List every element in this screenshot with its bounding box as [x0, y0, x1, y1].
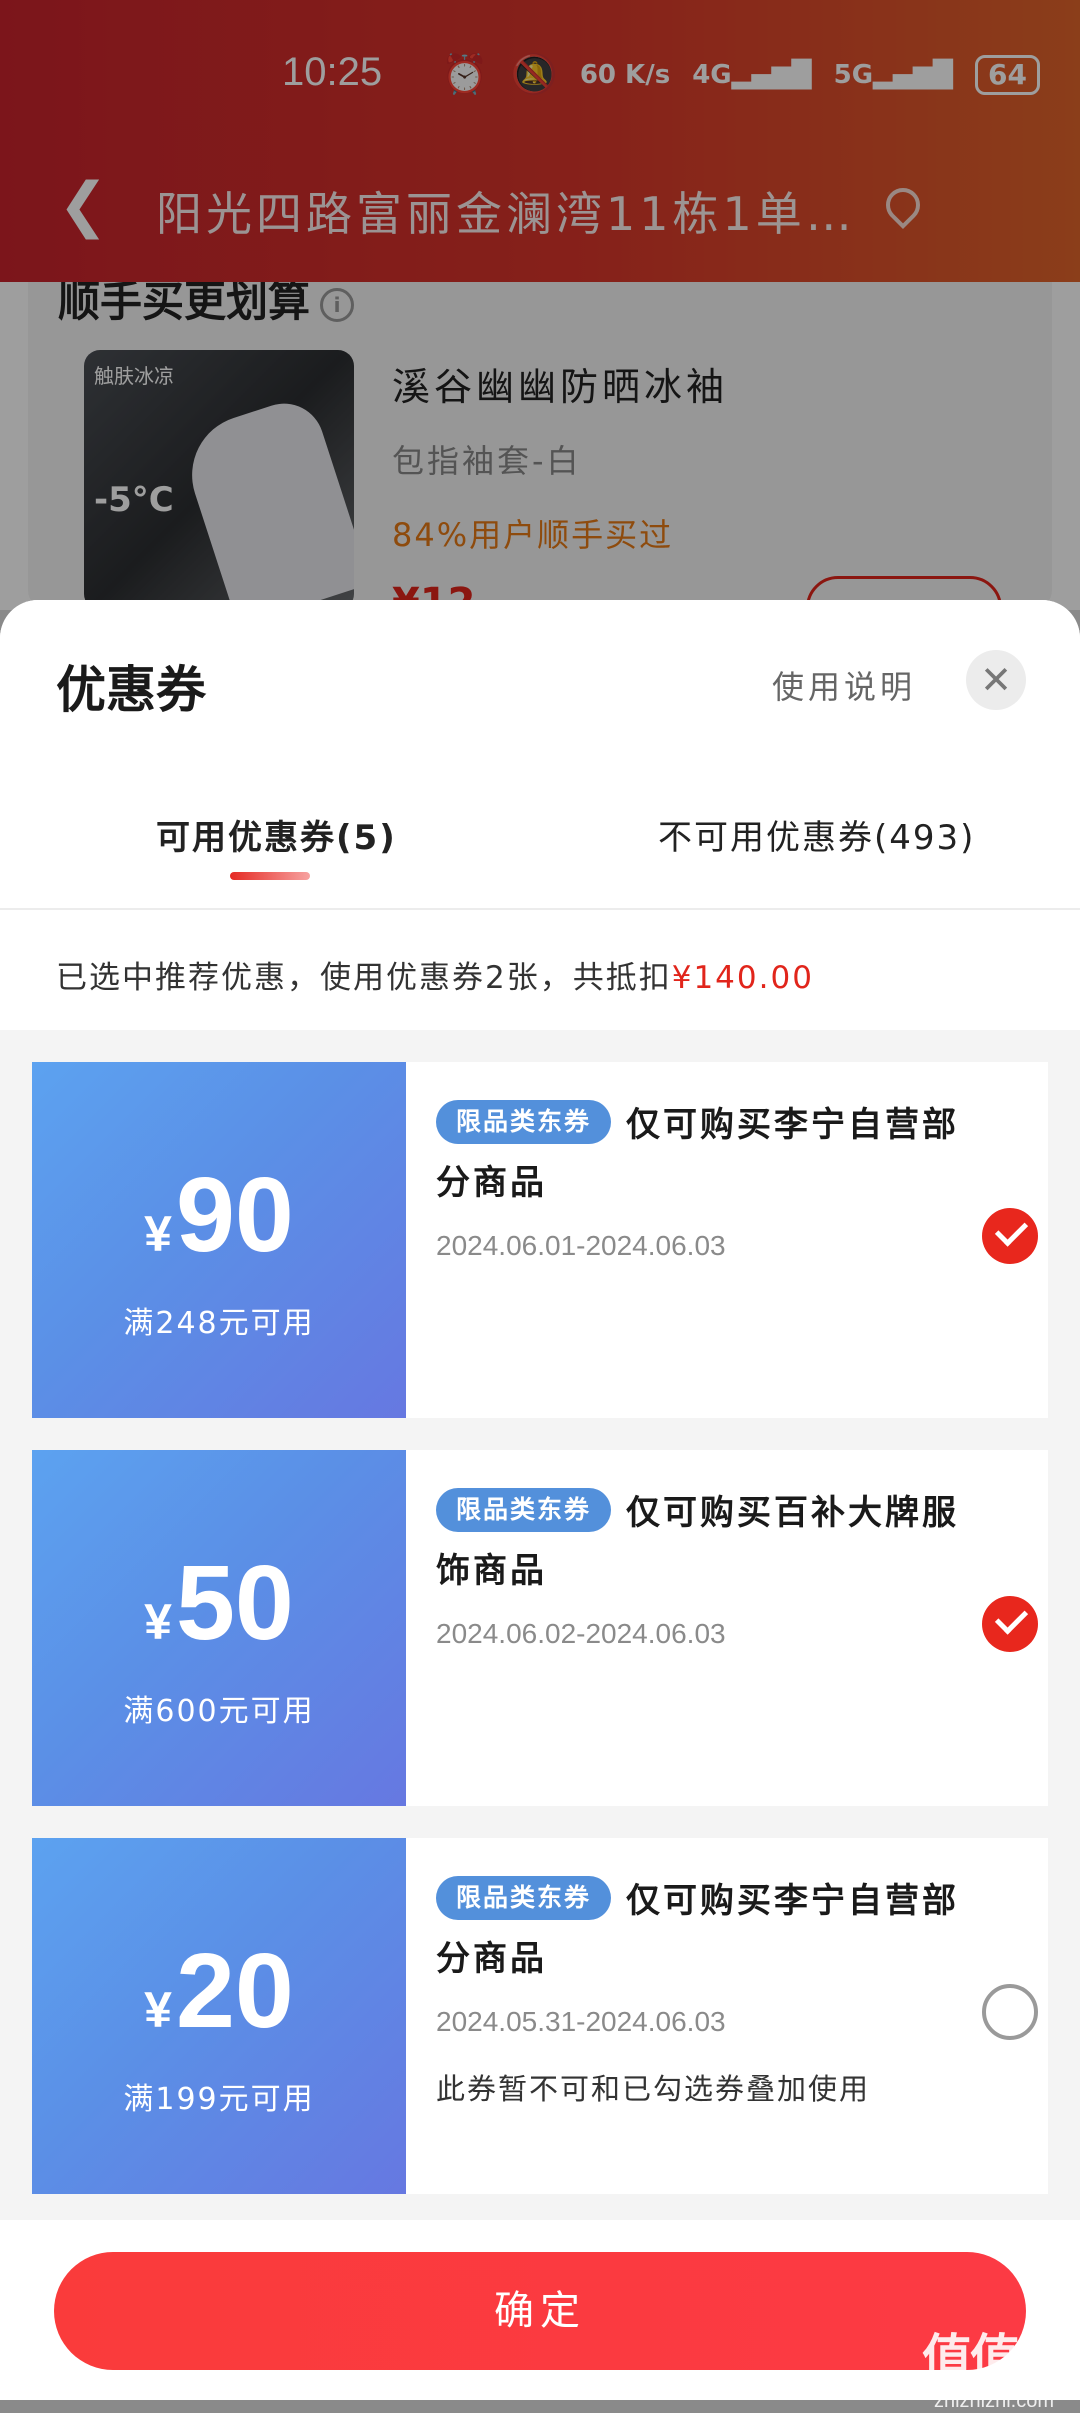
summary-amount: ¥140.00: [671, 960, 814, 996]
watermark-url: zhizhizhi.com: [933, 2390, 1055, 2412]
close-icon[interactable]: ✕: [966, 650, 1026, 710]
active-tab-indicator: [230, 872, 310, 880]
coupon-card[interactable]: ¥20 满199元可用 仅可购买李宁自营部分商品 限品类东券 2024.05.3…: [26, 1838, 1048, 2194]
tab-unavailable-coupons[interactable]: 不可用优惠券(493): [658, 810, 975, 859]
coupon-type-badge: 限品类东券: [436, 1100, 612, 1144]
coupon-validity: 2024.05.31-2024.06.03: [436, 2006, 726, 2037]
checkbox-checked-icon[interactable]: [982, 1208, 1038, 1264]
checkbox-checked-icon[interactable]: [982, 1596, 1038, 1652]
coupon-validity: 2024.06.01-2024.06.03: [436, 1230, 726, 1261]
coupon-amount: ¥20: [144, 1932, 294, 2050]
coupon-details: 仅可购买李宁自营部分商品 限品类东券 2024.06.01-2024.06.03: [406, 1062, 1048, 1418]
coupon-amount: ¥50: [144, 1544, 294, 1662]
coupon-value-panel: ¥20 满199元可用: [26, 1838, 406, 2194]
background-page: 顺手买更划算 i 触肤冰凉 -5°C 溪谷幽幽防晒冰袖 包指袖套-白 84%用户顺…: [0, 0, 1080, 642]
discount-summary: 已选中推荐优惠，使用优惠券2张，共抵扣¥140.00: [0, 910, 1080, 1030]
coupon-stacking-note: 此券暂不可和已勾选券叠加使用: [436, 2072, 871, 2106]
confirm-button[interactable]: 确定: [54, 2252, 1026, 2370]
watermark: 值值值 zhizhizhi.com: [922, 2318, 1068, 2413]
coupon-details: 仅可购买百补大牌服饰商品 限品类东券 2024.06.02-2024.06.03: [406, 1450, 1048, 1806]
coupon-type-badge: 限品类东券: [436, 1876, 612, 1920]
coupon-type-badge: 限品类东券: [436, 1488, 612, 1532]
tab-available-coupons[interactable]: 可用优惠券(5): [156, 810, 397, 859]
sheet-footer: 确定: [0, 2220, 1080, 2400]
coupon-value-panel: ¥50 满600元可用: [26, 1450, 406, 1806]
coupon-condition: 满248元可用: [123, 1306, 315, 1341]
coupon-validity: 2024.06.02-2024.06.03: [436, 1618, 726, 1649]
sheet-header: 优惠券 使用说明 ✕ 可用优惠券(5) 不可用优惠券(493): [0, 600, 1080, 910]
sheet-title: 优惠券: [56, 661, 206, 719]
modal-overlay[interactable]: [0, 0, 1080, 610]
watermark-logo: 值值值: [922, 2329, 1068, 2387]
coupon-sheet: 优惠券 使用说明 ✕ 可用优惠券(5) 不可用优惠券(493) 已选中推荐优惠，…: [0, 600, 1080, 2400]
coupon-card[interactable]: ¥90 满248元可用 仅可购买李宁自营部分商品 限品类东券 2024.06.0…: [26, 1062, 1048, 1418]
coupon-value-panel: ¥90 满248元可用: [26, 1062, 406, 1418]
coupon-condition: 满199元可用: [123, 2082, 315, 2117]
usage-instructions-link[interactable]: 使用说明: [772, 662, 916, 708]
coupon-amount: ¥90: [144, 1156, 294, 1274]
summary-text: 已选中推荐优惠，使用优惠券2张，共抵扣¥140.00: [56, 960, 814, 996]
coupon-details: 仅可购买李宁自营部分商品 限品类东券 2024.05.31-2024.06.03…: [406, 1838, 1048, 2194]
checkbox-unchecked-icon[interactable]: [982, 1984, 1038, 2040]
coupon-card[interactable]: ¥50 满600元可用 仅可购买百补大牌服饰商品 限品类东券 2024.06.0…: [26, 1450, 1048, 1806]
coupon-condition: 满600元可用: [123, 1694, 315, 1729]
